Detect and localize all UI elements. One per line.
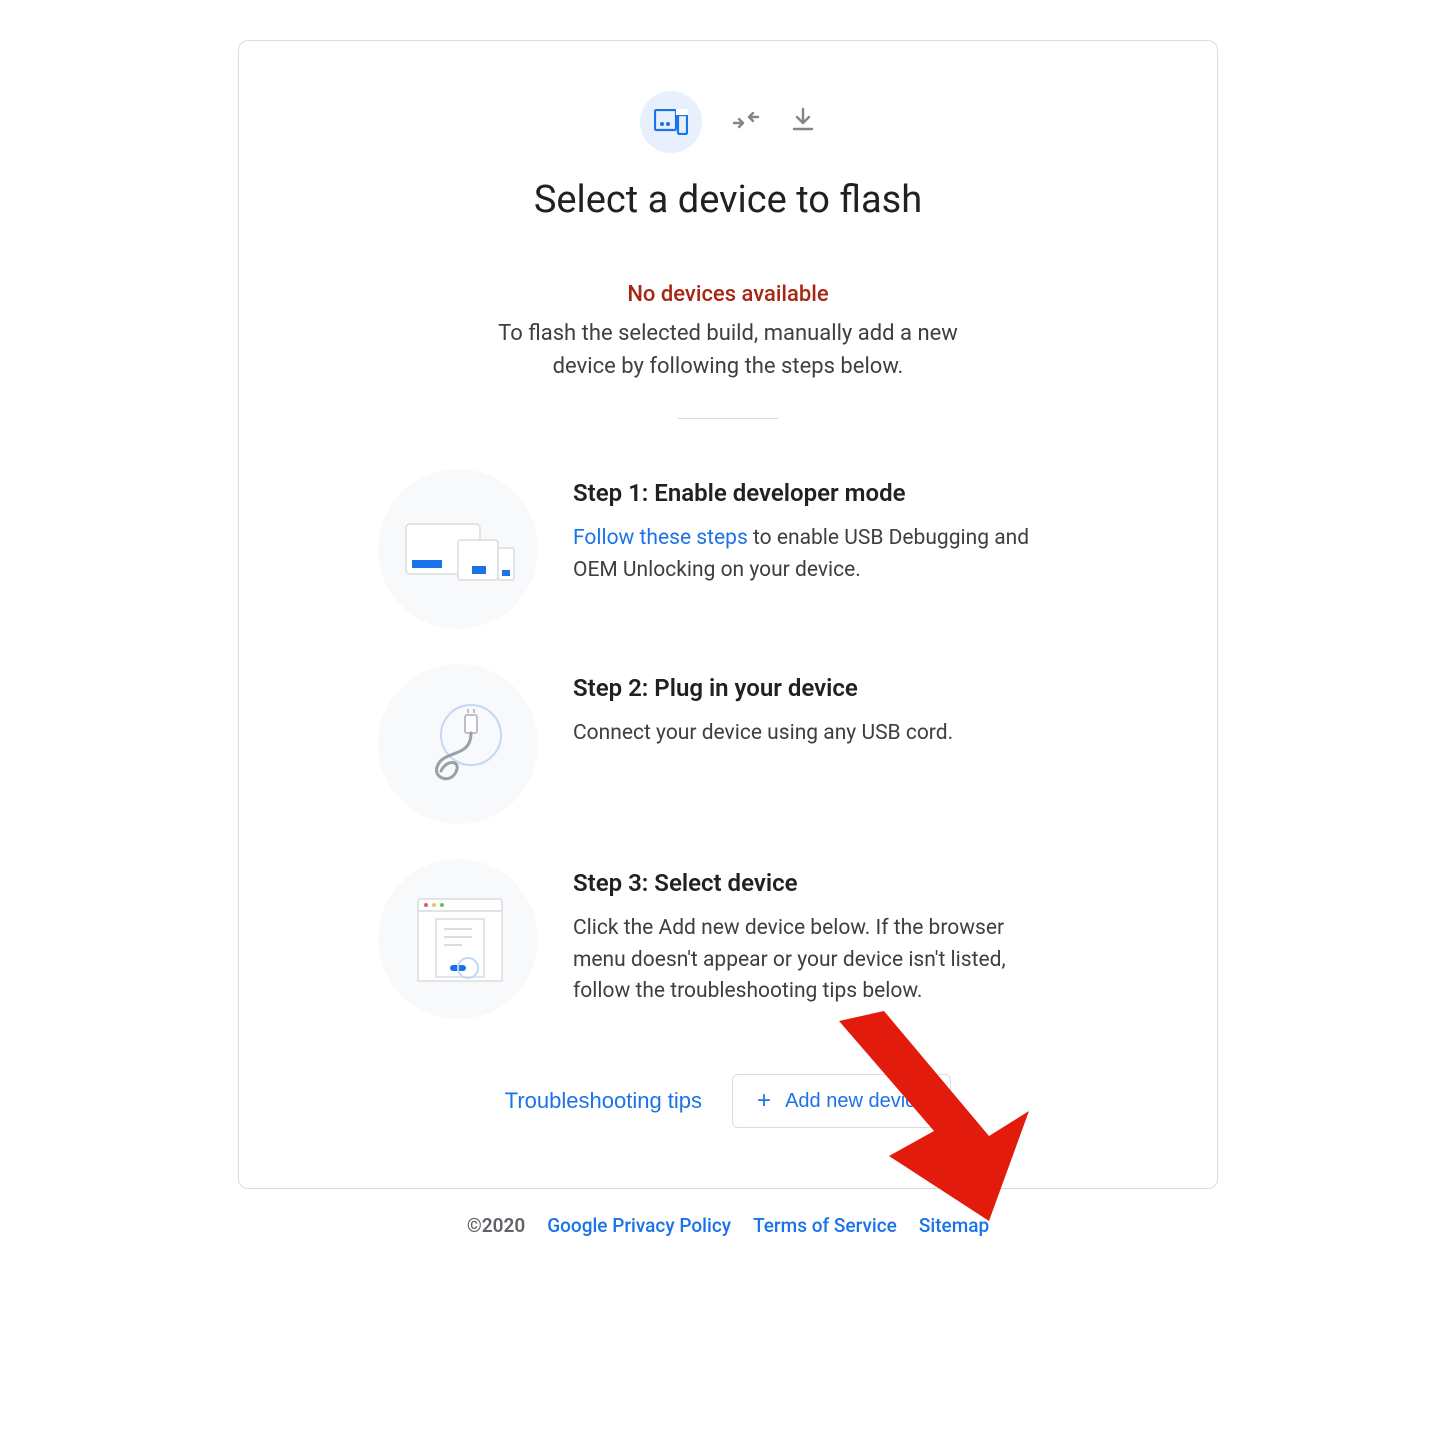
connect-icon <box>730 108 762 136</box>
troubleshooting-link[interactable]: Troubleshooting tips <box>505 1088 702 1114</box>
step-3: Step 3: Select device Click the Add new … <box>378 859 1078 1019</box>
page-title: Select a device to flash <box>534 178 922 222</box>
status-warning: No devices available <box>468 282 988 307</box>
progress-icons <box>640 91 816 153</box>
status-block: No devices available To flash the select… <box>468 282 988 383</box>
copyright-text: ©2020 <box>467 1214 525 1237</box>
step-2-illustration <box>378 664 538 824</box>
plus-icon: + <box>757 1089 771 1113</box>
step-2-heading: Step 2: Plug in your device <box>573 674 953 702</box>
step-1-illustration <box>378 469 538 629</box>
divider <box>678 418 778 419</box>
status-description: To flash the selected build, manually ad… <box>468 317 988 383</box>
step-1-heading: Step 1: Enable developer mode <box>573 479 1053 507</box>
add-device-label: Add new device <box>785 1090 926 1113</box>
privacy-link[interactable]: Google Privacy Policy <box>547 1214 731 1237</box>
step-2: Step 2: Plug in your device Connect your… <box>378 664 1078 824</box>
step-1: Step 1: Enable developer mode Follow the… <box>378 469 1078 629</box>
follow-steps-link[interactable]: Follow these steps <box>573 526 748 550</box>
step-3-heading: Step 3: Select device <box>573 869 1053 897</box>
download-icon <box>790 107 816 137</box>
step-3-illustration <box>378 859 538 1019</box>
devices-icon <box>640 91 702 153</box>
flash-card: Select a device to flash No devices avai… <box>238 40 1218 1189</box>
footer: ©2020 Google Privacy Policy Terms of Ser… <box>467 1214 989 1237</box>
step-2-text: Connect your device using any USB cord. <box>573 718 953 750</box>
step-1-text: Follow these steps to enable USB Debuggi… <box>573 523 1053 586</box>
sitemap-link[interactable]: Sitemap <box>919 1214 989 1237</box>
terms-link[interactable]: Terms of Service <box>753 1214 897 1237</box>
step-3-text: Click the Add new device below. If the b… <box>573 913 1053 1008</box>
add-new-device-button[interactable]: + Add new device <box>732 1074 951 1128</box>
button-row: Troubleshooting tips + Add new device <box>505 1074 952 1128</box>
